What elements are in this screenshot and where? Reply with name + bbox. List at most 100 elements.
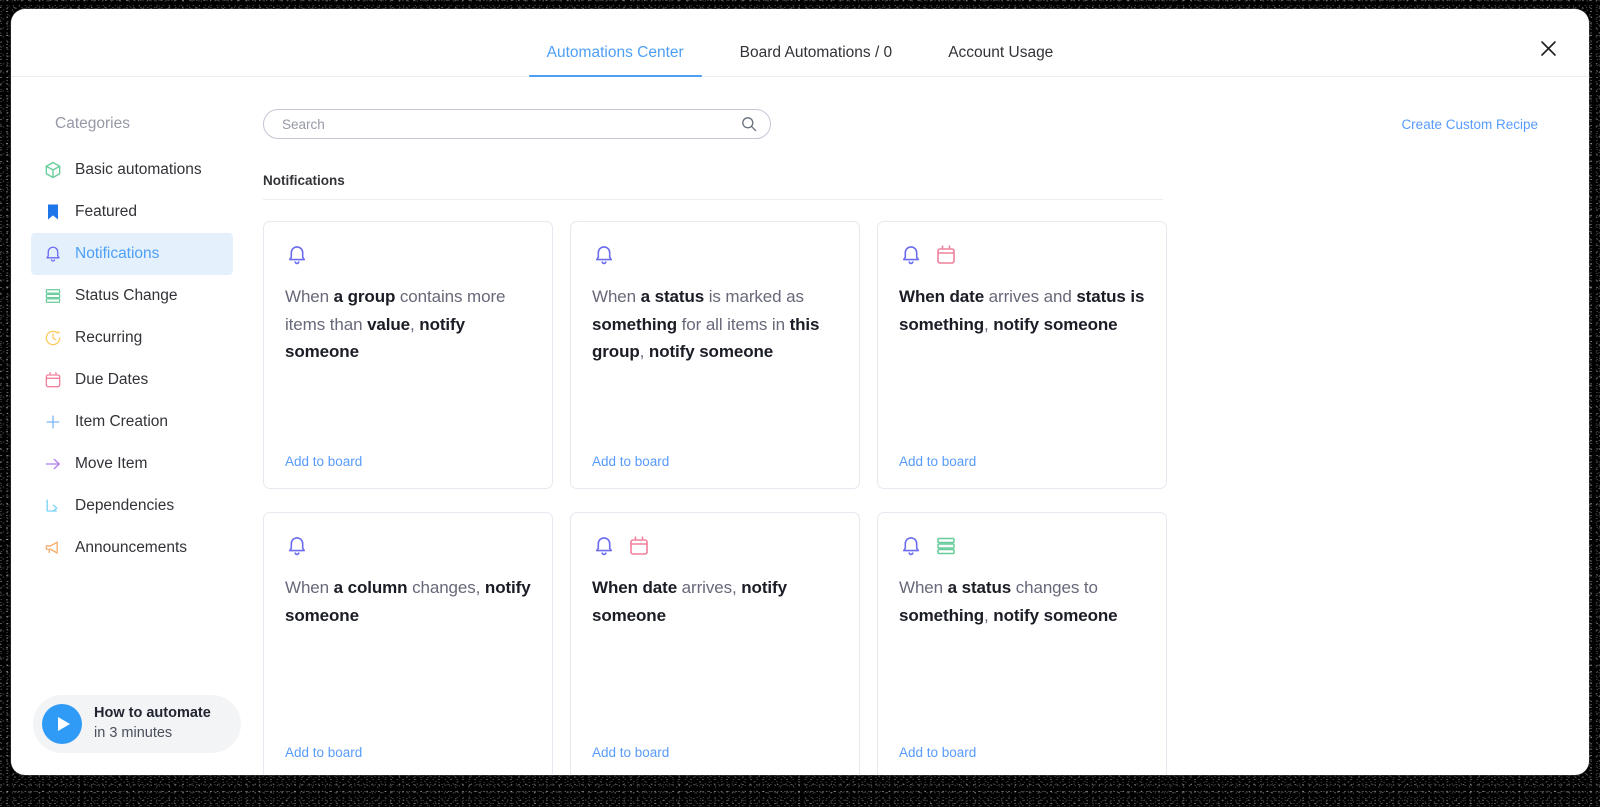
calendar-icon	[43, 370, 63, 390]
recipe-card-text: When date arrives, notify someone	[592, 574, 838, 629]
recipe-text-segment: ,	[984, 314, 994, 334]
status-bars-icon	[934, 534, 958, 558]
status-bars-icon	[43, 286, 63, 306]
categories-sidebar: Categories Basic automations Featured Noti…	[11, 77, 251, 775]
sidebar-item-announcements[interactable]: Announcements	[31, 527, 233, 569]
recipe-card-icons	[285, 533, 531, 559]
video-title: How to automate	[94, 705, 211, 722]
recipe-card-text: When a status is marked as something for…	[592, 283, 838, 366]
sidebar-item-notifications[interactable]: Notifications	[31, 233, 233, 275]
recipe-text-segment: When	[592, 287, 641, 306]
sidebar-item-label: Announcements	[75, 539, 188, 556]
recipe-card-text: When date arrives and status is somethin…	[899, 283, 1145, 338]
clock-icon	[43, 328, 63, 348]
recipe-card-icons	[592, 533, 838, 559]
how-to-automate-video-card[interactable]: How to automate in 3 minutes	[33, 695, 241, 753]
bell-icon	[592, 534, 616, 558]
section-divider	[263, 199, 1163, 200]
recipe-text-segment: notify someone	[993, 605, 1118, 625]
screen-root: Automations Center Board Automations / 0A…	[0, 0, 1600, 807]
recipe-text-segment: When	[899, 578, 948, 597]
recipe-card-text: When a group contains more items than va…	[285, 283, 531, 366]
sidebar-item-label: Dependencies	[75, 497, 175, 514]
calendar-icon	[934, 243, 958, 267]
recipe-card-icons	[899, 242, 1145, 268]
add-to-board-link[interactable]: Add to board	[592, 454, 669, 469]
automations-modal: Automations Center Board Automations / 0A…	[11, 9, 1589, 775]
recipe-card-grid: When a group contains more items than va…	[263, 221, 1589, 775]
recipe-text-segment: ,	[639, 342, 649, 362]
calendar-icon	[627, 534, 651, 558]
section-title: Notifications	[263, 173, 345, 188]
dependency-icon	[43, 496, 63, 516]
recipe-card-icons	[899, 533, 1145, 559]
categories-list: Basic automations Featured Notifications St…	[11, 149, 251, 569]
recipe-text-segment: notify someone	[993, 314, 1118, 334]
sidebar-item-dependencies[interactable]: Dependencies	[31, 485, 233, 527]
search-input[interactable]	[263, 109, 771, 139]
add-to-board-link[interactable]: Add to board	[899, 454, 976, 469]
add-to-board-link[interactable]: Add to board	[285, 745, 362, 760]
recipe-text-segment: something	[899, 605, 985, 625]
add-to-board-link[interactable]: Add to board	[592, 745, 669, 760]
search-field-wrapper	[263, 109, 771, 139]
add-to-board-link[interactable]: Add to board	[285, 454, 362, 469]
tab-automations-center[interactable]: Automations Center	[519, 44, 712, 77]
recipe-text-segment: for all items in	[677, 314, 790, 334]
tab-account-usage[interactable]: Account Usage	[920, 44, 1081, 76]
recipe-card[interactable]: When a group contains more items than va…	[263, 221, 553, 489]
sidebar-item-move-item[interactable]: Move Item	[31, 443, 233, 485]
recipe-text-segment: When	[285, 287, 334, 306]
recipe-text-segment: When	[285, 578, 334, 597]
recipe-card[interactable]: When a status changes to something, noti…	[877, 512, 1167, 775]
recipe-card-icons	[285, 242, 531, 268]
recipe-text-segment: is marked as	[704, 287, 804, 306]
recipe-text-segment: something	[592, 314, 678, 334]
recipe-card-icons	[592, 242, 838, 268]
video-subtitle: in 3 minutes	[94, 725, 173, 741]
modal-body: Categories Basic automations Featured Noti…	[11, 77, 1589, 775]
recipe-card[interactable]: When date arrives and status is somethin…	[877, 221, 1167, 489]
tab-bar: Automations Center Board Automations / 0A…	[519, 44, 1082, 77]
plus-icon	[43, 412, 63, 432]
add-to-board-link[interactable]: Add to board	[899, 745, 976, 760]
recipe-text-segment: changes to	[1011, 578, 1098, 597]
sidebar-item-recurring[interactable]: Recurring	[31, 317, 233, 359]
recipe-text-segment: When	[899, 287, 950, 306]
create-custom-recipe-link[interactable]: Create Custom Recipe	[1401, 117, 1559, 132]
recipe-card[interactable]: When date arrives, notify someone Add to …	[570, 512, 860, 775]
sidebar-item-label: Featured	[75, 203, 138, 220]
bell-icon	[285, 243, 309, 267]
recipe-text-segment: changes,	[407, 578, 485, 597]
recipe-card-text: When a column changes, notify someone	[285, 574, 531, 629]
cube-icon	[43, 160, 63, 180]
main-panel: Create Custom Recipe Notifications When …	[251, 77, 1589, 775]
tab-board-automations-0[interactable]: Board Automations / 0	[712, 44, 921, 76]
bell-icon	[899, 534, 923, 558]
sidebar-item-basic-automations[interactable]: Basic automations	[31, 149, 233, 191]
recipe-text-segment: a column	[333, 578, 408, 597]
sidebar-item-due-dates[interactable]: Due Dates	[31, 359, 233, 401]
bell-icon	[43, 244, 63, 264]
recipe-card[interactable]: When a column changes, notify someone Add…	[263, 512, 553, 775]
bell-icon	[592, 243, 616, 267]
categories-title: Categories	[55, 115, 130, 132]
play-icon[interactable]	[42, 704, 82, 744]
recipe-text-segment: arrives,	[677, 578, 742, 597]
sidebar-item-label: Due Dates	[75, 371, 149, 388]
modal-header: Automations Center Board Automations / 0A…	[11, 9, 1589, 77]
recipe-text-segment: date	[949, 287, 985, 306]
recipe-text-segment: notify someone	[648, 342, 774, 362]
main-toolbar: Create Custom Recipe	[251, 107, 1589, 141]
recipe-text-segment: ,	[984, 605, 994, 625]
recipe-text-segment: arrives and	[984, 287, 1077, 306]
sidebar-item-label: Basic automations	[75, 161, 202, 178]
sidebar-item-status-change[interactable]: Status Change	[31, 275, 233, 317]
sidebar-item-label: Recurring	[75, 329, 143, 346]
sidebar-item-featured[interactable]: Featured	[31, 191, 233, 233]
sidebar-item-item-creation[interactable]: Item Creation	[31, 401, 233, 443]
close-icon[interactable]	[1537, 37, 1559, 59]
bell-icon	[899, 243, 923, 267]
recipe-card[interactable]: When a status is marked as something for…	[570, 221, 860, 489]
arrow-right-icon	[43, 454, 63, 474]
